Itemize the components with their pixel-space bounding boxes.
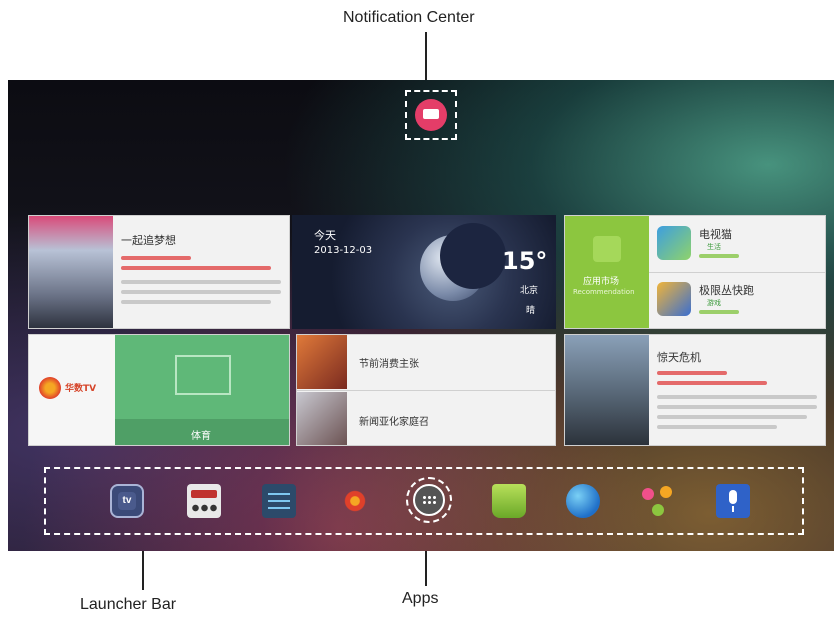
launcher-bar-callout: Launcher Bar <box>80 596 177 613</box>
music-subtitle-line <box>121 256 191 260</box>
store-icon[interactable] <box>492 484 526 518</box>
launcher-bar: tv <box>44 467 804 535</box>
movie-meta-line <box>657 371 727 375</box>
huashu-app-icon[interactable] <box>338 484 372 518</box>
sports-label: 体育 <box>191 431 211 442</box>
weather-temperature: 15° <box>502 247 548 275</box>
sports-tile[interactable]: 华数TV 体育 <box>28 334 290 446</box>
music-tile[interactable]: 一起追梦想 <box>28 215 290 329</box>
movie-desc-line <box>657 425 777 429</box>
app-market-tile[interactable]: 应用市场 Recommendation 电视猫 生活 极限丛快跑 游戏 <box>564 215 826 329</box>
huashu-logo-icon <box>39 377 61 399</box>
runner-app-icon[interactable] <box>657 282 691 316</box>
huashu-logo-text: 华数TV <box>65 384 97 394</box>
movie-title: 惊天危机 <box>657 351 701 364</box>
notification-center-button[interactable] <box>415 99 447 131</box>
browser-icon[interactable] <box>566 484 600 518</box>
movie-desc-line <box>657 395 817 399</box>
moon-shadow <box>440 223 506 289</box>
news-headline-2[interactable]: 新闻亚化家庭召 <box>359 413 429 428</box>
news-divider <box>297 390 555 391</box>
movie-desc-line <box>657 415 807 419</box>
news-headline-1[interactable]: 节前消费主张 <box>359 355 419 370</box>
weather-city: 北京 <box>520 286 539 296</box>
market-subtitle: Recommendation <box>573 288 635 296</box>
soccer-field-icon <box>175 355 231 395</box>
weather-condition: 晴 <box>526 306 536 316</box>
tvcat-app-category: 生活 <box>707 243 721 251</box>
market-panel <box>565 216 649 328</box>
apps-icon[interactable] <box>413 484 445 516</box>
apps-callout: Apps <box>402 590 439 607</box>
movie-poster <box>565 335 649 445</box>
music-desc-line <box>121 290 281 294</box>
news-thumb-1 <box>297 335 347 389</box>
apps-grid-dots <box>422 495 436 505</box>
movie-meta-line <box>657 381 767 385</box>
tv-icon[interactable]: tv <box>110 484 144 518</box>
media-icon[interactable] <box>187 484 221 518</box>
music-desc-line <box>121 280 281 284</box>
news-thumb-2 <box>297 392 347 445</box>
movie-tile[interactable]: 惊天危机 <box>564 334 826 446</box>
market-divider <box>649 272 825 273</box>
notification-center-callout: Notification Center <box>343 9 475 26</box>
tv-home-screen: 一起追梦想 今天 2013-12-03 15° 北京 晴 应用市场 Recomm… <box>8 80 834 551</box>
market-bag-icon <box>593 236 621 262</box>
news-tile[interactable]: 节前消费主张 新闻亚化家庭召 <box>296 334 556 446</box>
tvcat-app-icon[interactable] <box>657 226 691 260</box>
runner-app-name: 极限丛快跑 <box>699 284 754 297</box>
notification-center-highlight <box>405 90 457 140</box>
music-desc-line <box>121 300 271 304</box>
share-icon[interactable] <box>640 484 674 518</box>
weather-date: 2013-12-03 <box>314 245 373 256</box>
weather-day-label: 今天 <box>314 229 336 242</box>
voice-search-icon[interactable] <box>716 484 750 518</box>
music-subtitle-line <box>121 266 271 270</box>
apps-highlight-ring <box>406 477 452 523</box>
tvcat-app-name: 电视猫 <box>699 228 732 241</box>
movie-desc-line <box>657 405 817 409</box>
tvcat-download-line <box>699 254 739 258</box>
weather-tile[interactable]: 今天 2013-12-03 15° 北京 晴 <box>292 215 556 329</box>
music-title: 一起追梦想 <box>121 234 176 247</box>
market-label: 应用市场 <box>583 277 620 287</box>
settings-icon[interactable] <box>262 484 296 518</box>
runner-download-line <box>699 310 739 314</box>
runner-app-category: 游戏 <box>707 299 721 307</box>
band-photo <box>29 216 113 328</box>
